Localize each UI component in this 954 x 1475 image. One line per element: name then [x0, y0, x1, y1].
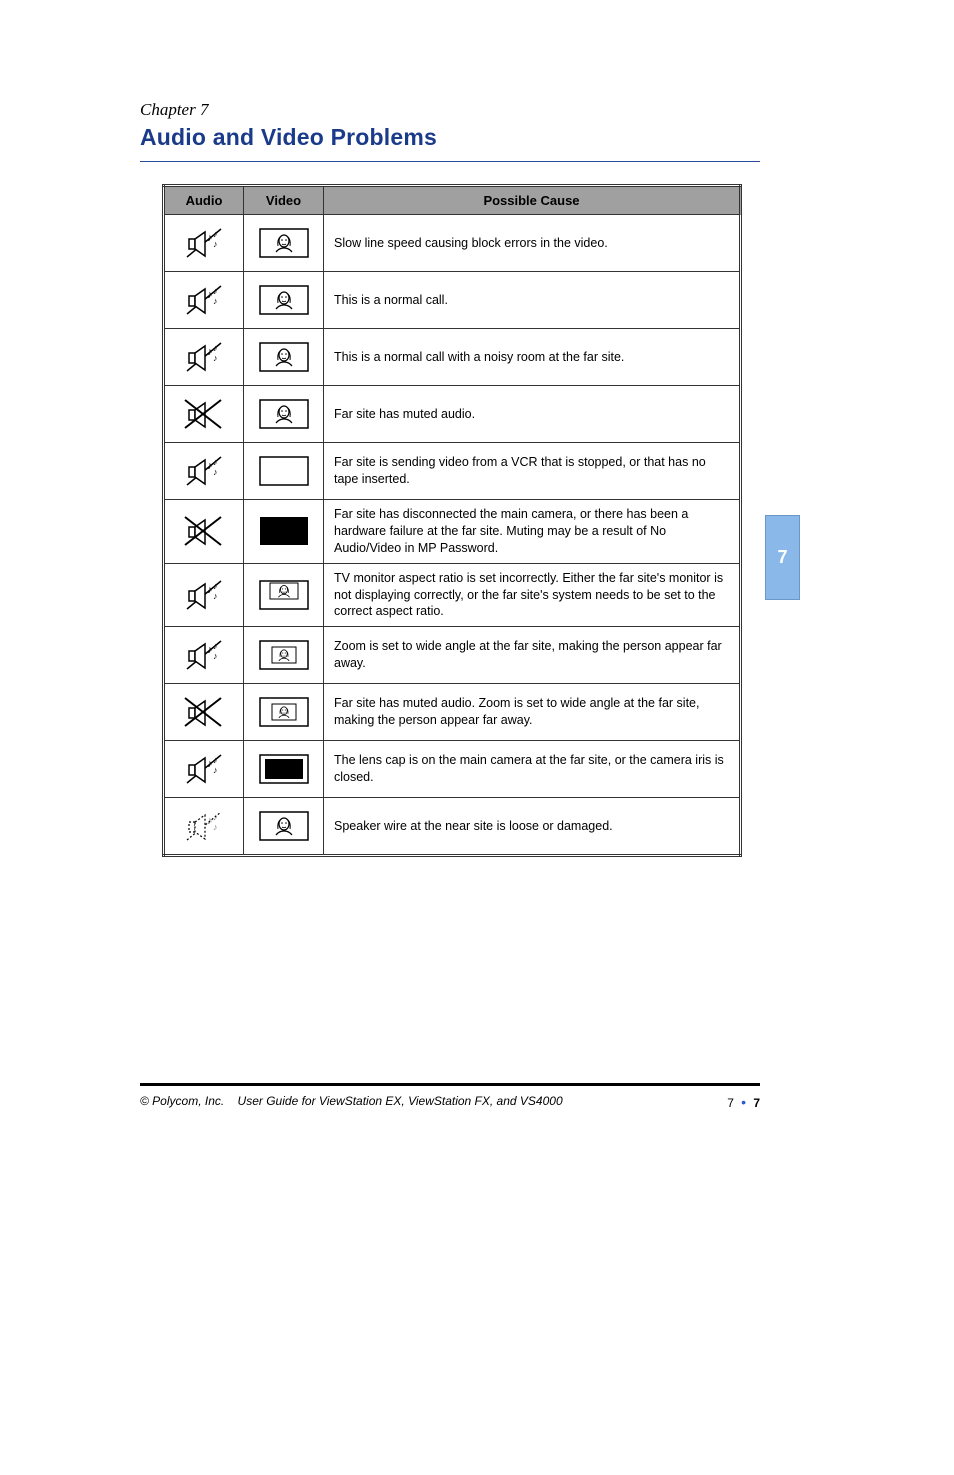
audio-cell	[164, 500, 244, 564]
footer-divider	[140, 1083, 760, 1086]
video-cell	[244, 272, 324, 329]
table-row: The lens cap is on the main camera at th…	[164, 741, 741, 798]
audio-cell	[164, 272, 244, 329]
cause-cell: This is a normal call.	[324, 272, 741, 329]
speaker-on-icon	[181, 451, 227, 491]
table-row: Slow line speed causing block errors in …	[164, 215, 741, 272]
audio-cell	[164, 215, 244, 272]
col-header-audio: Audio	[164, 186, 244, 215]
video-cell	[244, 329, 324, 386]
cause-cell: Slow line speed causing block errors in …	[324, 215, 741, 272]
table-row: Far site has muted audio. Zoom is set to…	[164, 684, 741, 741]
heading-divider	[140, 161, 760, 162]
audio-cell	[164, 563, 244, 627]
footer-doc-title: User Guide for ViewStation EX, ViewStati…	[238, 1094, 563, 1108]
video-cell	[244, 443, 324, 500]
col-header-cause: Possible Cause	[324, 186, 741, 215]
video-person-clear-icon	[254, 808, 314, 844]
speaker-fading-icon	[181, 806, 227, 846]
video-person-noisy-icon	[254, 225, 314, 261]
video-cell	[244, 798, 324, 856]
video-person-clear-icon	[254, 282, 314, 318]
speaker-on-icon	[181, 337, 227, 377]
video-person-small-top-icon	[254, 577, 314, 613]
audio-cell	[164, 684, 244, 741]
speaker-muted-icon	[181, 394, 227, 434]
table-row: Far site has disconnected the main camer…	[164, 500, 741, 564]
video-person-small-center-icon	[254, 694, 314, 730]
video-black-icon	[254, 513, 314, 549]
video-person-small-center-icon	[254, 637, 314, 673]
table-row: Far site is sending video from a VCR tha…	[164, 443, 741, 500]
section-heading: Audio and Video Problems	[140, 124, 760, 151]
speaker-on-icon	[181, 749, 227, 789]
speaker-muted-icon	[181, 692, 227, 732]
speaker-muted-icon	[181, 511, 227, 551]
audio-cell	[164, 443, 244, 500]
video-person-noisy-icon	[254, 339, 314, 375]
cause-cell: Far site has disconnected the main camer…	[324, 500, 741, 564]
video-cell	[244, 500, 324, 564]
table-row: TV monitor aspect ratio is set incorrect…	[164, 563, 741, 627]
cause-cell: Far site has muted audio.	[324, 386, 741, 443]
video-person-clear-icon	[254, 396, 314, 432]
speaker-on-icon	[181, 280, 227, 320]
video-cell	[244, 215, 324, 272]
video-cell	[244, 741, 324, 798]
speaker-on-icon	[181, 223, 227, 263]
cause-cell: Far site is sending video from a VCR tha…	[324, 443, 741, 500]
cause-cell: This is a normal call with a noisy room …	[324, 329, 741, 386]
speaker-on-icon	[181, 575, 227, 615]
cause-cell: Zoom is set to wide angle at the far sit…	[324, 627, 741, 684]
cause-cell: Far site has muted audio. Zoom is set to…	[324, 684, 741, 741]
video-cell	[244, 627, 324, 684]
footer-copyright: © Polycom, Inc.	[140, 1094, 224, 1108]
video-static-icon	[254, 453, 314, 489]
bullet-icon: •	[737, 1094, 750, 1110]
audio-cell	[164, 329, 244, 386]
page-prefix: 7	[727, 1096, 734, 1110]
table-row: Zoom is set to wide angle at the far sit…	[164, 627, 741, 684]
chapter-tab: 7	[765, 515, 800, 600]
cause-cell: The lens cap is on the main camera at th…	[324, 741, 741, 798]
chapter-label: Chapter 7	[140, 100, 760, 120]
speaker-on-icon	[181, 635, 227, 675]
cause-cell: Speaker wire at the near site is loose o…	[324, 798, 741, 856]
page-footer: © Polycom, Inc. User Guide for ViewStati…	[140, 1094, 760, 1110]
audio-cell	[164, 386, 244, 443]
col-header-video: Video	[244, 186, 324, 215]
video-cell	[244, 563, 324, 627]
cause-cell: TV monitor aspect ratio is set incorrect…	[324, 563, 741, 627]
video-cell	[244, 386, 324, 443]
page-number: 7	[753, 1096, 760, 1110]
video-black-framed-icon	[254, 751, 314, 787]
troubleshooting-table: Audio Video Possible Cause Slow line spe…	[162, 184, 742, 857]
table-row: This is a normal call with a noisy room …	[164, 329, 741, 386]
table-row: This is a normal call.	[164, 272, 741, 329]
video-cell	[244, 684, 324, 741]
audio-cell	[164, 627, 244, 684]
table-row: Far site has muted audio.	[164, 386, 741, 443]
audio-cell	[164, 741, 244, 798]
table-row: Speaker wire at the near site is loose o…	[164, 798, 741, 856]
audio-cell	[164, 798, 244, 856]
